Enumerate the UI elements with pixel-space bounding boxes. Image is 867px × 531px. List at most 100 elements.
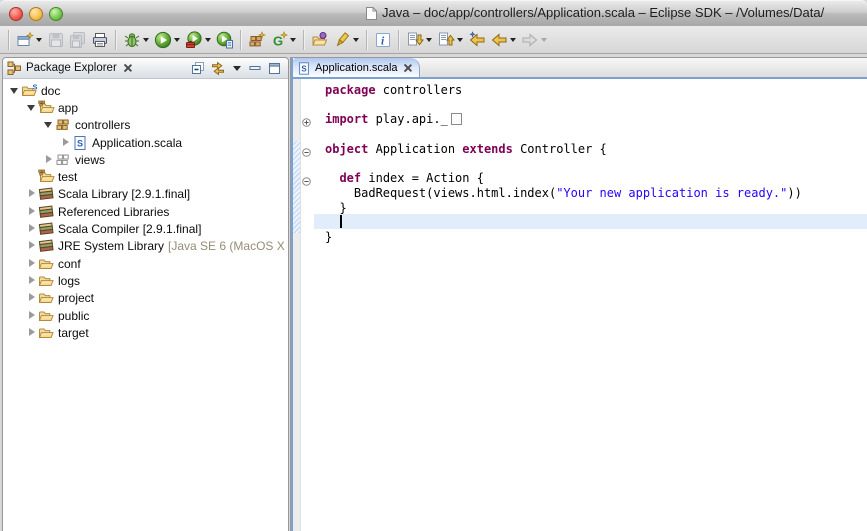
tree-item-project[interactable]: project	[3, 290, 287, 307]
tree-item-scala-library[interactable]: Scala Library [2.9.1.final]	[3, 186, 287, 203]
tree-item-app[interactable]: app	[3, 99, 287, 116]
package-icon	[55, 117, 72, 133]
zoom-window-button[interactable]	[49, 7, 63, 21]
package-explorer-icon	[7, 61, 22, 76]
disclosure-triangle-collapsed[interactable]	[26, 275, 38, 287]
open-folder-button[interactable]	[310, 29, 330, 51]
new-project-button[interactable]	[247, 29, 267, 51]
disclosure-triangle-collapsed[interactable]	[26, 240, 38, 252]
tree-item-test[interactable]: test	[3, 168, 287, 185]
new-wizard-button[interactable]	[15, 29, 44, 51]
disclosure-triangle-collapsed[interactable]	[26, 258, 38, 270]
tree-item-label: JRE System Library	[58, 239, 164, 253]
folder-icon	[38, 290, 55, 306]
disclosure-triangle-collapsed[interactable]	[26, 223, 38, 235]
tree-item-views[interactable]: views	[3, 151, 287, 168]
info-icon: i	[374, 31, 392, 49]
svg-text:G: G	[273, 33, 283, 48]
new-wizard-icon	[16, 31, 34, 49]
package-explorer-view: Package Explorer S doc	[2, 57, 289, 531]
tree-item-controllers[interactable]: controllers	[3, 117, 287, 134]
debug-bug-icon	[123, 31, 141, 49]
package-explorer-header: Package Explorer	[3, 58, 288, 79]
run-file-button[interactable]	[215, 29, 235, 51]
disclosure-triangle-collapsed[interactable]	[26, 206, 38, 218]
forward-arrow-icon	[521, 31, 539, 49]
disclosure-triangle-collapsed[interactable]	[26, 188, 38, 200]
external-tools-button[interactable]	[184, 29, 213, 51]
tree-item-application-scala[interactable]: S Application.scala	[3, 134, 287, 151]
tree-item-doc[interactable]: S doc	[3, 82, 287, 99]
close-window-button[interactable]	[9, 7, 23, 21]
folding-ruler[interactable]	[301, 79, 314, 531]
collapse-all-icon	[191, 61, 206, 76]
tree-item-label: project	[58, 291, 94, 305]
disclosure-triangle-collapsed[interactable]	[43, 154, 55, 166]
fold-expand-button[interactable]	[302, 114, 311, 132]
tree-item-scala-compiler[interactable]: Scala Compiler [2.9.1.final]	[3, 220, 287, 237]
close-view-button[interactable]	[123, 63, 133, 73]
previous-annotation-button[interactable]	[436, 29, 465, 51]
print-button[interactable]	[90, 29, 110, 51]
dropdown-caret-icon	[510, 38, 516, 42]
last-edit-location-icon	[468, 31, 486, 49]
tree-item-label: controllers	[75, 118, 130, 132]
tree-item-conf[interactable]: conf	[3, 255, 287, 272]
next-annotation-button[interactable]	[405, 29, 434, 51]
tree-item-referenced-libraries[interactable]: Referenced Libraries	[3, 203, 287, 220]
minimize-window-button[interactable]	[29, 7, 43, 21]
svg-text:S: S	[77, 138, 83, 148]
disclosure-spacer	[26, 171, 38, 183]
open-folder-icon	[311, 31, 329, 49]
folder-icon	[38, 325, 55, 341]
code-editor[interactable]: package controllers import play.api._ ob…	[293, 79, 867, 531]
maximize-view-button[interactable]	[265, 59, 284, 77]
collapse-all-button[interactable]	[189, 59, 208, 77]
tab-application-scala[interactable]: S Application.scala	[293, 58, 420, 78]
view-menu-button[interactable]	[227, 59, 246, 77]
back-button[interactable]	[489, 29, 518, 51]
code-line-3: import play.api._	[325, 112, 462, 127]
next-annotation-icon	[406, 31, 424, 49]
toolbar-separator	[240, 30, 242, 50]
debug-button[interactable]	[122, 29, 151, 51]
fold-collapse-button[interactable]	[302, 173, 311, 191]
save-button[interactable]	[46, 29, 66, 51]
text-cursor	[340, 215, 342, 228]
disclosure-triangle-collapsed[interactable]	[26, 292, 38, 304]
dropdown-caret-icon	[457, 38, 463, 42]
save-all-button[interactable]	[68, 29, 88, 51]
disclosure-triangle-collapsed[interactable]	[26, 310, 38, 322]
close-tab-button[interactable]	[403, 63, 413, 73]
run-file-icon	[216, 31, 234, 49]
folded-region-box[interactable]	[451, 113, 462, 125]
project-tree[interactable]: S doc app controllers S Application.scal…	[3, 80, 287, 531]
disclosure-triangle-expanded[interactable]	[9, 85, 21, 97]
info-button[interactable]: i	[373, 29, 393, 51]
code-line-8: BadRequest(views.html.index("Your new ap…	[325, 186, 802, 201]
g-wizard-button[interactable]: G	[269, 29, 298, 51]
svg-text:S: S	[33, 83, 38, 92]
last-edit-location-button[interactable]	[467, 29, 487, 51]
run-button[interactable]	[153, 29, 182, 51]
fold-collapse-button[interactable]	[302, 144, 311, 162]
document-proxy-icon	[365, 6, 378, 26]
disclosure-triangle-collapsed[interactable]	[26, 327, 38, 339]
annotation-ruler[interactable]	[293, 79, 301, 531]
minimize-view-button[interactable]	[246, 59, 265, 77]
forward-button[interactable]	[520, 29, 549, 51]
disclosure-triangle-collapsed[interactable]	[60, 137, 72, 149]
tree-item-target[interactable]: target	[3, 324, 287, 341]
tree-item-label: target	[58, 326, 89, 340]
scala-file-icon: S	[297, 61, 311, 76]
scala-project-folder-icon: S	[21, 83, 38, 99]
link-with-editor-button[interactable]	[208, 59, 227, 77]
tree-item-jre-system-library[interactable]: JRE System Library [Java SE 6 (MacOS X D…	[3, 238, 287, 255]
mark-occurrences-button[interactable]	[332, 29, 361, 51]
disclosure-triangle-expanded[interactable]	[26, 102, 38, 114]
disclosure-triangle-expanded[interactable]	[43, 119, 55, 131]
tree-item-logs[interactable]: logs	[3, 272, 287, 289]
tree-item-public[interactable]: public	[3, 307, 287, 324]
link-with-editor-icon	[210, 61, 226, 76]
library-icon	[38, 221, 55, 237]
